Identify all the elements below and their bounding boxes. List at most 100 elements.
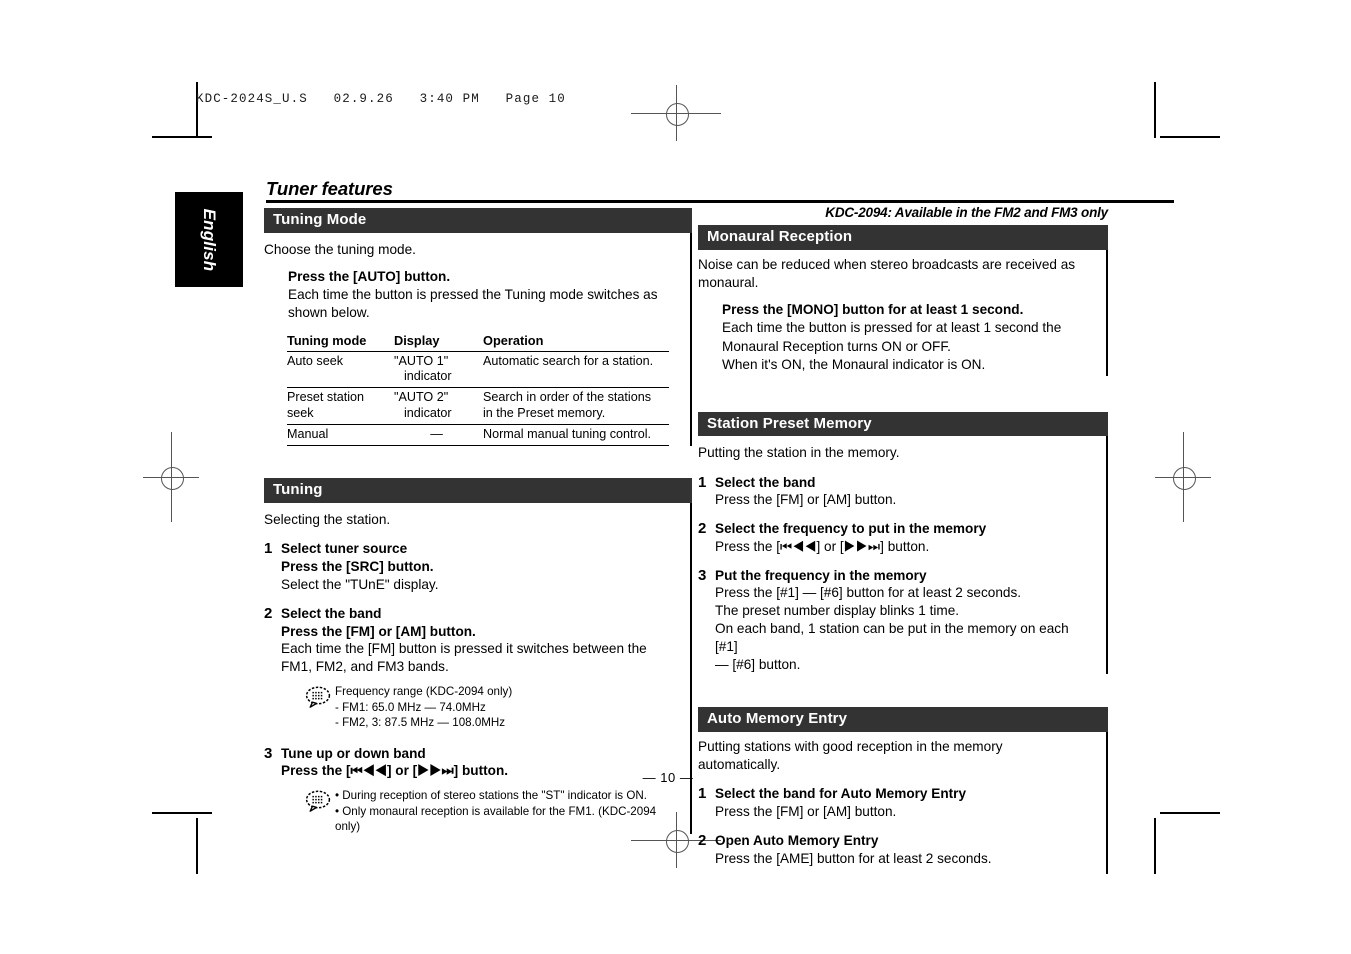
- ame-lead-line1: Putting stations with good reception in …: [698, 738, 1003, 754]
- cell-operation-text: Normal manual tuning control.: [483, 427, 651, 442]
- cell-mode: Manual: [287, 424, 394, 447]
- step-body: Select the band Press the [FM] or [AM] b…: [715, 474, 1094, 510]
- step-line: Select the "TUnE" display.: [281, 576, 439, 592]
- step-number: 2: [698, 831, 707, 849]
- tuning-mode-instruction-line1: Each time the button is pressed the Tuni…: [288, 287, 658, 303]
- section-heading-auto-memory-entry: Auto Memory Entry: [698, 707, 1108, 732]
- page-number: — 10 —: [0, 770, 1351, 785]
- section-monaural-reception: Monaural Reception Noise can be reduced …: [698, 225, 1108, 376]
- step-body: Select tuner source Press the [SRC] butt…: [281, 540, 678, 594]
- table-header-tuning-mode: Tuning mode: [287, 331, 394, 352]
- page-title: Tuner features: [266, 178, 393, 199]
- step-number: 1: [698, 473, 707, 491]
- step-title: Select the band: [715, 474, 816, 490]
- table-header-display: Display: [394, 331, 483, 352]
- note-line: • During reception of stereo stations th…: [335, 789, 647, 803]
- step-line: Each time the [FM] button is pressed it …: [281, 641, 647, 657]
- cell-display: "AUTO 1" indicator: [394, 351, 483, 389]
- step-title: Select the band for Auto Memory Entry: [715, 786, 967, 802]
- note-block: • During reception of stereo stations th…: [305, 788, 678, 834]
- note-text: Frequency range (KDC-2094 only) - FM1: 6…: [335, 684, 678, 730]
- left-column: Tuning Mode Choose the tuning mode. Pres…: [264, 208, 692, 835]
- tuning-mode-instruction-line2: shown below.: [288, 305, 370, 321]
- step-item: 2 Open Auto Memory Entry Press the [AME]…: [698, 832, 1094, 868]
- note-line: • Only monaural reception is available f…: [335, 804, 657, 833]
- cell-mode-text: Preset station: [287, 390, 365, 405]
- cell-operation: Normal manual tuning control.: [483, 424, 669, 447]
- section-station-preset-memory: Station Preset Memory Putting the statio…: [698, 411, 1108, 675]
- step-title: Select tuner source: [281, 541, 408, 557]
- step-number: 3: [264, 744, 273, 762]
- tuning-mode-instruction: Press the [AUTO] button. Each time the b…: [288, 268, 678, 323]
- tuning-mode-instruction-bold: Press the [AUTO] button.: [288, 268, 451, 284]
- section-heading-station-preset-memory: Station Preset Memory: [698, 411, 1108, 437]
- cell-display-sub: indicator: [404, 369, 452, 383]
- step-number: 1: [264, 540, 273, 558]
- cell-mode-text: Manual: [287, 427, 329, 442]
- section-auto-memory-entry: Auto Memory Entry Putting stations with …: [698, 707, 1108, 874]
- step-line: Press the [AME] button for at least 2 se…: [715, 850, 992, 866]
- tuning-mode-table: Tuning mode Display Operation Auto seek …: [287, 331, 669, 447]
- note-text: • During reception of stereo stations th…: [335, 788, 678, 834]
- section-heading-tuning-mode: Tuning Mode: [264, 208, 692, 233]
- note-block: Frequency range (KDC-2094 only) - FM1: 6…: [305, 684, 678, 730]
- section-body-station-preset-memory: Putting the station in the memory. 1 Sel…: [698, 436, 1108, 675]
- cell-operation-text: Search in order of the stations: [483, 390, 652, 405]
- section-heading-tuning: Tuning: [264, 478, 692, 504]
- step-body: Open Auto Memory Entry Press the [AME] b…: [715, 832, 1094, 868]
- preset-memory-lead: Putting the station in the memory.: [698, 445, 900, 461]
- step-item: 2 Select the frequency to put in the mem…: [698, 520, 1094, 556]
- cell-display-text: "AUTO 2": [394, 390, 449, 405]
- cell-operation-text: Automatic search for a station.: [483, 353, 654, 368]
- cell-display-text: —: [430, 427, 443, 442]
- language-tab: English: [175, 192, 243, 287]
- step-line: The preset number display blinks 1 time.: [715, 603, 960, 619]
- note-bubble-icon: [305, 684, 335, 730]
- cell-operation: Automatic search for a station.: [483, 351, 669, 389]
- note-line: - FM1: 65.0 MHz — 74.0MHz: [335, 700, 486, 714]
- cell-mode-text-2: seek: [287, 405, 314, 420]
- monaural-lead-line2: monaural.: [698, 274, 759, 290]
- monaural-instruction-line: Each time the button is pressed for at l…: [722, 320, 1062, 336]
- page-title-rule: [266, 200, 1174, 203]
- cell-display-text: "AUTO 1": [394, 353, 449, 368]
- section-body-tuning-mode: Choose the tuning mode. Press the [AUTO]…: [264, 232, 692, 447]
- step-title: Open Auto Memory Entry: [715, 832, 879, 848]
- step-title: Put the frequency in the memory: [715, 567, 927, 583]
- section-tuning-mode: Tuning Mode Choose the tuning mode. Pres…: [264, 208, 692, 447]
- cell-display: —: [394, 424, 483, 447]
- cell-operation-text-2: in the Preset memory.: [483, 405, 606, 420]
- cell-mode-text: Auto seek: [287, 353, 344, 368]
- step-item: 1 Select the band Press the [FM] or [AM]…: [698, 474, 1094, 510]
- note-line: Frequency range (KDC-2094 only): [335, 685, 513, 699]
- tuning-lead: Selecting the station.: [264, 512, 391, 528]
- section-body-auto-memory-entry: Putting stations with good reception in …: [698, 731, 1108, 874]
- step-number: 2: [264, 604, 273, 622]
- language-tab-label: English: [200, 208, 219, 271]
- page-number-label: — 10 —: [642, 770, 694, 785]
- step-item: 1 Select tuner source Press the [SRC] bu…: [264, 540, 678, 594]
- table-header-row: Tuning mode Display Operation: [287, 331, 669, 352]
- monaural-instruction-line: Monaural Reception turns ON or OFF.: [722, 338, 951, 354]
- monaural-instruction-bold: Press the [MONO] button for at least 1 s…: [722, 302, 1024, 318]
- manual-page: English Tuner features KDC-2094: Availab…: [0, 0, 1351, 954]
- monaural-instruction: Press the [MONO] button for at least 1 s…: [722, 301, 1094, 374]
- table-header-operation: Operation: [483, 331, 669, 352]
- step-line: Press the [FM] or [AM] button.: [715, 492, 897, 508]
- step-line: Press the [SRC] button.: [281, 559, 434, 574]
- step-body: Select the band Press the [FM] or [AM] b…: [281, 605, 678, 731]
- note-line: - FM2, 3: 87.5 MHz — 108.0MHz: [335, 716, 506, 730]
- cell-operation: Search in order of the stations in the P…: [483, 387, 669, 426]
- monaural-instruction-line: When it's ON, the Monaural indicator is …: [722, 356, 986, 372]
- section-body-monaural-reception: Noise can be reduced when stereo broadca…: [698, 249, 1108, 376]
- section-heading-monaural-reception: Monaural Reception: [698, 225, 1108, 250]
- step-item: 3 Put the frequency in the memory Press …: [698, 567, 1094, 674]
- step-line: — [#6] button.: [715, 657, 801, 673]
- table-row: Auto seek "AUTO 1" indicator Automatic s…: [287, 351, 669, 389]
- step-line: Press the [#1] — [#6] button for at leas…: [715, 585, 1022, 601]
- tuning-mode-lead: Choose the tuning mode.: [264, 241, 416, 257]
- step-number: 1: [698, 785, 707, 803]
- step-title: Tune up or down band: [281, 745, 426, 761]
- step-number: 2: [698, 520, 707, 538]
- step-body: Put the frequency in the memory Press th…: [715, 567, 1094, 674]
